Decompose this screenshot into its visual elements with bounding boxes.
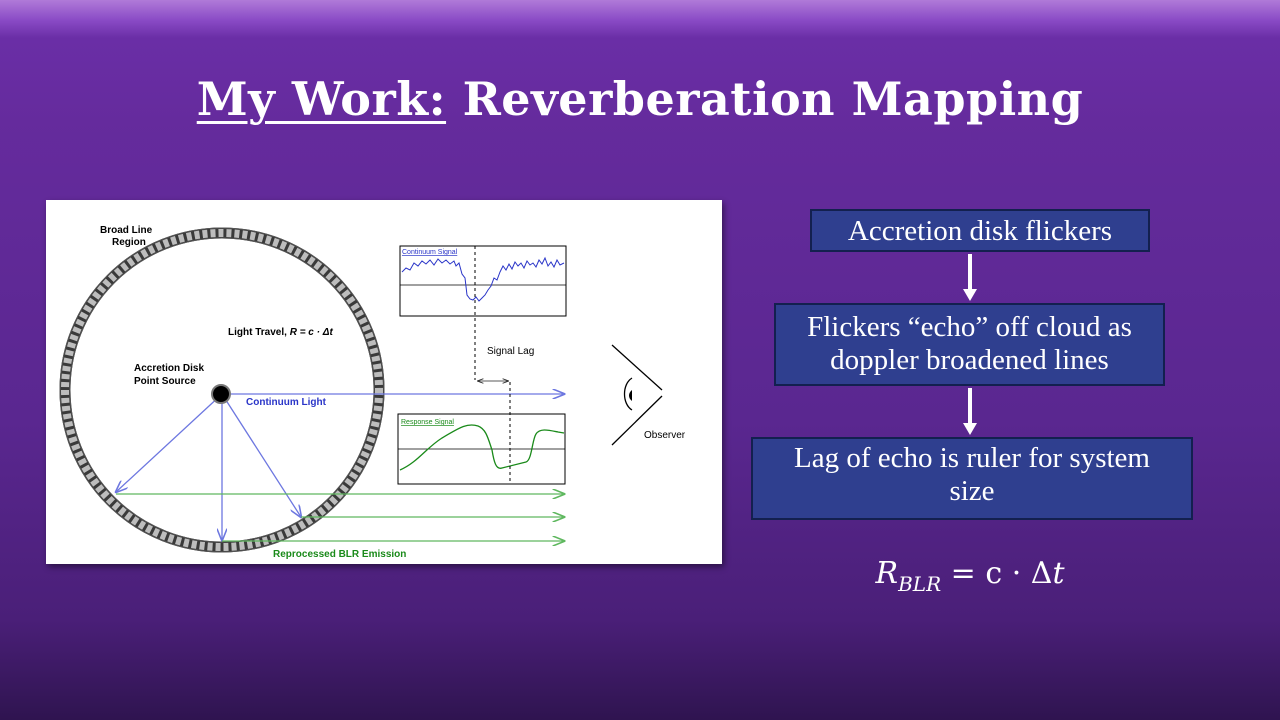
- blr-formula: RBLR = c · Δt: [850, 556, 1090, 596]
- title-underlined: My Work:: [196, 72, 447, 126]
- reprocessed-label: Reprocessed BLR Emission: [273, 549, 406, 560]
- response-signal-panel: Response Signal: [397, 413, 566, 485]
- formula-sub: BLR: [898, 572, 942, 596]
- disk-label-2: Point Source: [134, 376, 196, 387]
- step2-line2: doppler broadened lines: [830, 344, 1109, 376]
- flow-arrow-2-head: [963, 423, 977, 435]
- formula-r: R: [875, 556, 899, 591]
- step-box-1: Accretion disk flickers: [810, 209, 1150, 252]
- light-travel-label: Light Travel, R = c · Δt: [228, 327, 333, 338]
- blr-label-2: Region: [112, 237, 146, 248]
- flow-arrow-1-head: [963, 289, 977, 301]
- response-signal-label: Response Signal: [401, 419, 454, 426]
- observer-label: Observer: [644, 430, 686, 441]
- formula-rhs: = c · Δ: [941, 556, 1053, 591]
- step-box-2: Flickers “echo” off cloud as doppler bro…: [774, 303, 1165, 386]
- formula-t: t: [1052, 556, 1065, 591]
- blr-label-1: Broad Line: [100, 225, 153, 236]
- diagram-svg: Broad Line Region Light Travel, R = c · …: [59, 225, 686, 560]
- continuum-signal-label: Continuum Signal: [402, 249, 458, 256]
- signal-lag-label: Signal Lag: [487, 346, 534, 357]
- point-source-icon: [211, 384, 231, 404]
- title-rest: Reverberation Mapping: [446, 72, 1084, 126]
- flow-arrow-1: [968, 254, 972, 290]
- step-box-3: Lag of echo is ruler for system size: [751, 437, 1193, 520]
- step1-text: Accretion disk flickers: [847, 215, 1113, 247]
- flow-arrow-2: [968, 388, 972, 424]
- continuum-light-label: Continuum Light: [246, 397, 327, 408]
- step3-line2: size: [949, 475, 995, 507]
- reverberation-diagram: Broad Line Region Light Travel, R = c · …: [46, 200, 722, 564]
- disk-label-1: Accretion Disk: [134, 363, 204, 374]
- continuum-signal-panel: Continuum Signal: [399, 245, 567, 317]
- slide-title: My Work: Reverberation Mapping: [0, 72, 1280, 126]
- step2-line1: Flickers “echo” off cloud as: [807, 311, 1132, 343]
- step3-line1: Lag of echo is ruler for system: [794, 442, 1150, 474]
